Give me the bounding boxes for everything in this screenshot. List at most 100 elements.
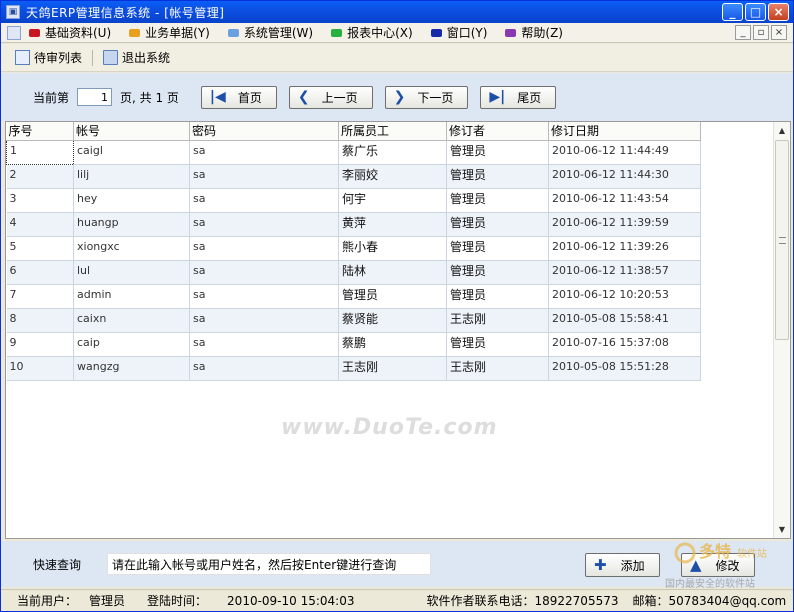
menu-window[interactable]: 窗口(Y) <box>430 24 487 41</box>
cell-reviser[interactable]: 管理员 <box>446 140 549 165</box>
table-row[interactable]: 2 lilj sa 李丽姣 管理员 2010-06-12 11:44:30 <box>6 164 701 189</box>
cell-index[interactable]: 5 <box>6 236 74 261</box>
cell-reviser[interactable]: 管理员 <box>446 260 549 285</box>
next-page-button[interactable]: ❯ 下一页 <box>384 85 469 109</box>
cell-index[interactable]: 9 <box>6 332 74 357</box>
page-number-input[interactable] <box>77 88 113 106</box>
column-header-account[interactable]: 帐号 <box>73 122 190 141</box>
column-header-password[interactable]: 密码 <box>189 122 339 141</box>
add-button[interactable]: ✚ 添加 <box>585 553 660 577</box>
cell-reviser[interactable]: 管理员 <box>446 332 549 357</box>
cell-revised-date[interactable]: 2010-05-08 15:51:28 <box>548 356 701 381</box>
column-header-index[interactable]: 序号 <box>6 122 74 141</box>
cell-reviser[interactable]: 管理员 <box>446 188 549 213</box>
cell-index[interactable]: 2 <box>6 164 74 189</box>
menu-business-docs[interactable]: 业务单据(Y) <box>129 24 210 41</box>
cell-employee[interactable]: 熊小春 <box>338 236 447 261</box>
document-icon[interactable] <box>7 25 21 40</box>
cell-account[interactable]: lul <box>73 260 190 285</box>
cell-account[interactable]: admin <box>73 284 190 309</box>
first-page-button[interactable]: |◀ 首页 <box>200 85 277 109</box>
cell-reviser[interactable]: 管理员 <box>446 284 549 309</box>
cell-account[interactable]: caip <box>73 332 190 357</box>
cell-employee[interactable]: 陆林 <box>338 260 447 285</box>
mdi-minimize-button[interactable]: _ <box>735 25 751 40</box>
cell-employee[interactable]: 何宇 <box>338 188 447 213</box>
exit-system-button[interactable]: 退出系统 <box>103 49 170 66</box>
cell-reviser[interactable]: 王志刚 <box>446 308 549 333</box>
accounts-grid[interactable]: 序号 帐号 密码 所属员工 修订者 修订日期 1 caigl sa 蔡广乐 管理员 201… <box>5 121 791 539</box>
cell-revised-date[interactable]: 2010-06-12 10:20:53 <box>548 284 701 309</box>
cell-index[interactable]: 1 <box>6 139 74 165</box>
prev-page-button[interactable]: ❮ 上一页 <box>288 85 373 109</box>
table-row[interactable]: 9 caip sa 蔡鹏 管理员 2010-07-16 15:37:08 <box>6 332 701 357</box>
cell-password[interactable]: sa <box>189 332 339 357</box>
cell-index[interactable]: 3 <box>6 188 74 213</box>
cell-reviser[interactable]: 管理员 <box>446 164 549 189</box>
cell-password[interactable]: sa <box>189 356 339 381</box>
table-row[interactable]: 8 caixn sa 蔡贤能 王志刚 2010-05-08 15:58:41 <box>6 308 701 333</box>
cell-account[interactable]: lilj <box>73 164 190 189</box>
cell-account[interactable]: xiongxc <box>73 236 190 261</box>
menu-help[interactable]: 帮助(Z) <box>505 24 563 41</box>
cell-revised-date[interactable]: 2010-06-12 11:39:59 <box>548 212 701 237</box>
quick-query-input[interactable] <box>107 553 432 575</box>
table-row[interactable]: 7 admin sa 管理员 管理员 2010-06-12 10:20:53 <box>6 284 701 309</box>
last-page-button[interactable]: ▶| 尾页 <box>480 85 557 109</box>
title-bar[interactable]: ▣ 天鸽ERP管理信息系统 - [帐号管理] _ □ × <box>1 1 793 23</box>
cell-password[interactable]: sa <box>189 260 339 285</box>
cell-index[interactable]: 6 <box>6 260 74 285</box>
table-row[interactable]: 10 wangzg sa 王志刚 王志刚 2010-05-08 15:51:28 <box>6 356 701 381</box>
menu-report-center[interactable]: 报表中心(X) <box>331 24 413 41</box>
table-row[interactable]: 4 huangp sa 黄萍 管理员 2010-06-12 11:39:59 <box>6 212 701 237</box>
mdi-close-button[interactable]: × <box>771 25 787 40</box>
cell-password[interactable]: sa <box>189 212 339 237</box>
cell-revised-date[interactable]: 2010-06-12 11:39:26 <box>548 236 701 261</box>
close-button[interactable]: × <box>768 3 789 21</box>
cell-employee[interactable]: 李丽姣 <box>338 164 447 189</box>
pending-list-button[interactable]: 待审列表 <box>15 49 82 66</box>
cell-employee[interactable]: 管理员 <box>338 284 447 309</box>
scroll-down-icon[interactable]: ▼ <box>774 521 790 538</box>
cell-employee[interactable]: 王志刚 <box>338 356 447 381</box>
cell-account[interactable]: huangp <box>73 212 190 237</box>
cell-revised-date[interactable]: 2010-06-12 11:44:49 <box>548 140 701 165</box>
cell-employee[interactable]: 蔡鹏 <box>338 332 447 357</box>
column-header-revised-date[interactable]: 修订日期 <box>548 122 701 141</box>
table-row[interactable]: 3 hey sa 何宇 管理员 2010-06-12 11:43:54 <box>6 188 701 213</box>
scroll-up-icon[interactable]: ▲ <box>774 122 790 139</box>
menu-system-management[interactable]: 系统管理(W) <box>227 24 313 41</box>
mdi-restore-button[interactable]: ▫ <box>753 25 769 40</box>
cell-password[interactable]: sa <box>189 308 339 333</box>
column-header-reviser[interactable]: 修订者 <box>446 122 549 141</box>
cell-account[interactable]: caigl <box>73 140 190 165</box>
cell-index[interactable]: 10 <box>6 356 74 381</box>
cell-reviser[interactable]: 王志刚 <box>446 356 549 381</box>
cell-employee[interactable]: 黄萍 <box>338 212 447 237</box>
scroll-thumb[interactable] <box>775 140 789 340</box>
maximize-button[interactable]: □ <box>745 3 766 21</box>
cell-employee[interactable]: 蔡广乐 <box>338 140 447 165</box>
minimize-button[interactable]: _ <box>722 3 743 21</box>
cell-password[interactable]: sa <box>189 140 339 165</box>
column-header-employee[interactable]: 所属员工 <box>338 122 447 141</box>
cell-account[interactable]: wangzg <box>73 356 190 381</box>
table-row[interactable]: 6 lul sa 陆林 管理员 2010-06-12 11:38:57 <box>6 260 701 285</box>
cell-index[interactable]: 7 <box>6 284 74 309</box>
cell-index[interactable]: 4 <box>6 212 74 237</box>
cell-account[interactable]: caixn <box>73 308 190 333</box>
menu-basic-data[interactable]: 基础资料(U) <box>29 24 111 41</box>
cell-password[interactable]: sa <box>189 236 339 261</box>
cell-revised-date[interactable]: 2010-06-12 11:44:30 <box>548 164 701 189</box>
cell-revised-date[interactable]: 2010-05-08 15:58:41 <box>548 308 701 333</box>
cell-password[interactable]: sa <box>189 164 339 189</box>
table-row[interactable]: 1 caigl sa 蔡广乐 管理员 2010-06-12 11:44:49 <box>6 139 701 165</box>
cell-employee[interactable]: 蔡贤能 <box>338 308 447 333</box>
cell-revised-date[interactable]: 2010-06-12 11:38:57 <box>548 260 701 285</box>
cell-revised-date[interactable]: 2010-06-12 11:43:54 <box>548 188 701 213</box>
cell-password[interactable]: sa <box>189 284 339 309</box>
cell-index[interactable]: 8 <box>6 308 74 333</box>
cell-revised-date[interactable]: 2010-07-16 15:37:08 <box>548 332 701 357</box>
cell-password[interactable]: sa <box>189 188 339 213</box>
table-row[interactable]: 5 xiongxc sa 熊小春 管理员 2010-06-12 11:39:26 <box>6 236 701 261</box>
